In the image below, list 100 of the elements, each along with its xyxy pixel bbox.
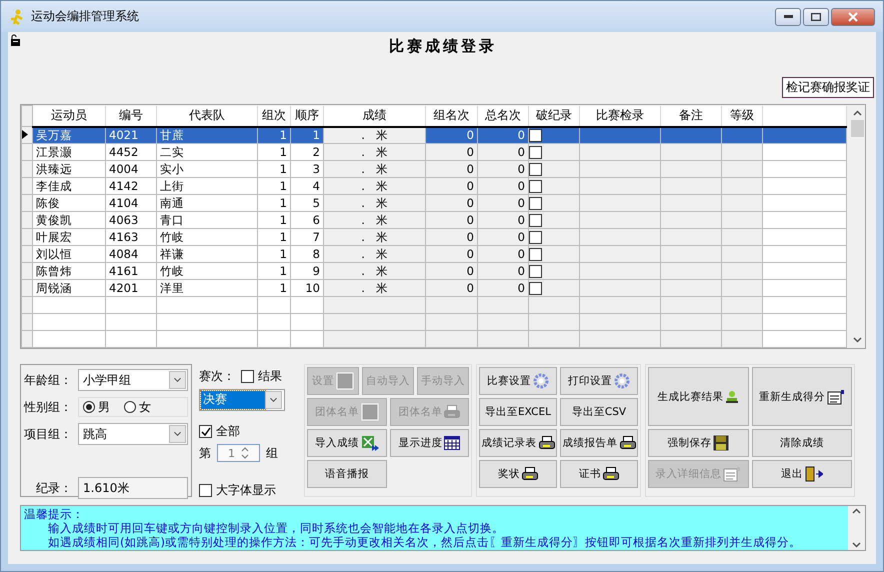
action-button[interactable]: 语音播报 <box>307 460 386 488</box>
record-label: 纪录： <box>35 480 73 496</box>
column-header[interactable]: 组名次 <box>426 106 478 126</box>
team-name: 青口 <box>156 212 258 228</box>
runner-icon <box>9 8 25 24</box>
score-cell: . 米 <box>324 194 426 212</box>
scrollbar-thumb[interactable] <box>851 120 864 137</box>
record-checkbox[interactable] <box>529 197 542 210</box>
athlete-name: 陈俊 <box>32 194 106 212</box>
overall-rank: 0 <box>478 262 528 280</box>
large-font-checkbox[interactable]: 大字体显示 <box>199 482 300 499</box>
score-cell: . 米 <box>324 228 426 246</box>
athlete-name: 周锐涵 <box>32 280 106 296</box>
action-button[interactable]: 导入成绩 <box>307 429 386 457</box>
table-row[interactable]: 吴万嘉 4021 甘蔗 1 1 . 米 0 0 <box>22 126 846 144</box>
action-button[interactable]: 成绩报告单 <box>560 429 638 457</box>
table-row[interactable]: 江景灏 4452 二实 1 2 . 米 0 0 <box>22 144 846 160</box>
column-header[interactable]: 备注 <box>660 106 722 126</box>
column-header[interactable]: 总名次 <box>478 106 528 126</box>
column-header[interactable]: 代表队 <box>156 106 258 126</box>
column-header[interactable]: 编号 <box>106 106 156 126</box>
tips-scrollbar[interactable] <box>848 506 865 550</box>
action-button[interactable]: 显示进度 <box>390 429 469 457</box>
column-header[interactable]: 运动员 <box>32 106 106 126</box>
maximize-button[interactable] <box>803 8 829 26</box>
action-button[interactable]: 成绩记录表 <box>479 429 557 457</box>
action-button[interactable]: 奖状 <box>479 460 557 488</box>
order-number: 6 <box>290 212 324 228</box>
gender-radio[interactable]: 女 <box>124 398 151 416</box>
action-button[interactable]: 清除成绩 <box>752 429 852 457</box>
gender-radio[interactable]: 男 <box>83 398 110 416</box>
action-button[interactable]: 打印设置 <box>560 367 638 395</box>
action-button[interactable]: 重新生成得分 <box>752 367 852 426</box>
column-header[interactable]: 顺序 <box>290 106 324 126</box>
team-name: 二实 <box>156 144 258 160</box>
table-row[interactable]: 叶展宏 4163 竹岐 1 7 . 米 0 0 <box>22 228 846 246</box>
team-name: 竹岐 <box>156 262 258 280</box>
record-checkbox[interactable] <box>529 214 542 228</box>
action-button[interactable]: 生成比赛结果 <box>648 367 748 426</box>
score-cell: . 米 <box>324 178 426 194</box>
order-number: 4 <box>290 178 324 194</box>
athlete-number: 4161 <box>106 262 156 280</box>
table-row[interactable]: 李佳成 4142 上街 1 4 . 米 0 0 <box>22 178 846 194</box>
action-button[interactable]: 退出 <box>752 460 852 488</box>
column-header[interactable]: 比赛检录 <box>580 106 660 126</box>
age-group-select[interactable]: 小学甲组 <box>78 369 188 391</box>
group-rank: 0 <box>426 262 478 280</box>
record-checkbox[interactable] <box>529 146 542 160</box>
group-number: 1 <box>258 280 290 296</box>
record-checkbox[interactable] <box>529 180 542 194</box>
column-header[interactable]: 破纪录 <box>528 106 580 126</box>
order-number: 2 <box>290 144 324 160</box>
athlete-name: 李佳成 <box>32 178 106 194</box>
action-button[interactable]: 强制保存 <box>648 429 748 457</box>
scroll-up-icon[interactable] <box>853 110 862 116</box>
overall-rank: 0 <box>478 144 528 160</box>
athlete-name: 陈曾炜 <box>32 262 106 280</box>
round-select[interactable]: 决赛 <box>199 389 285 411</box>
scroll-up-icon[interactable] <box>852 508 861 514</box>
scroll-down-icon[interactable] <box>853 337 862 343</box>
athlete-number: 4104 <box>106 194 156 212</box>
record-checkbox[interactable] <box>529 265 542 278</box>
column-header[interactable]: 成绩 <box>324 106 426 126</box>
minimize-button[interactable] <box>775 8 801 26</box>
close-button[interactable] <box>831 8 875 26</box>
close-icon <box>848 12 858 22</box>
team-name: 洋里 <box>156 280 258 296</box>
record-checkbox[interactable] <box>529 248 542 262</box>
column-header[interactable]: 组次 <box>258 106 290 126</box>
action-button[interactable]: 导出至EXCEL <box>479 398 557 426</box>
spin-arrows-icon[interactable] <box>241 447 249 459</box>
event-select[interactable]: 跳高 <box>78 423 188 445</box>
table-row[interactable]: 周锐涵 4201 洋里 1 10 . 米 0 0 <box>22 280 846 296</box>
column-header[interactable]: 等级 <box>722 106 762 126</box>
table-row[interactable]: 刘以恒 4084 祥谦 1 8 . 米 0 0 <box>22 246 846 262</box>
confirm-button[interactable]: 检记赛确报奖证 <box>782 77 874 98</box>
scroll-down-icon[interactable] <box>852 542 861 548</box>
action-button[interactable]: 证书 <box>560 460 638 488</box>
record-checkbox[interactable] <box>529 282 542 296</box>
tips-title: 温馨提示： <box>24 507 85 521</box>
record-checkbox[interactable] <box>529 163 542 176</box>
table-row[interactable]: 黄俊凯 4063 青口 1 6 . 米 0 0 <box>22 212 846 228</box>
athlete-name: 黄俊凯 <box>32 212 106 228</box>
record-checkbox[interactable] <box>529 129 542 142</box>
action-button[interactable]: 导出至CSV <box>560 398 638 426</box>
athlete-number: 4452 <box>106 144 156 160</box>
printer-icon <box>538 436 554 450</box>
action-button[interactable]: 比赛设置 <box>479 367 557 395</box>
table-row[interactable]: 陈曾炜 4161 竹岐 1 9 . 米 0 0 <box>22 262 846 280</box>
table-row[interactable]: 陈俊 4104 南通 1 5 . 米 0 0 <box>22 194 846 212</box>
group-number: 1 <box>258 246 290 262</box>
result-checkbox[interactable]: 结果 <box>241 368 282 385</box>
score-cell: . 米 <box>324 144 426 160</box>
checkmark-icon <box>200 426 211 437</box>
record-checkbox[interactable] <box>529 231 542 244</box>
group-spinner[interactable]: 1 <box>217 444 260 462</box>
printer-icon <box>444 405 460 419</box>
all-groups-checkbox[interactable]: 全部 <box>199 423 300 440</box>
table-row[interactable]: 洪臻远 4004 实小 1 3 . 米 0 0 <box>22 160 846 178</box>
order-number: 8 <box>290 246 324 262</box>
